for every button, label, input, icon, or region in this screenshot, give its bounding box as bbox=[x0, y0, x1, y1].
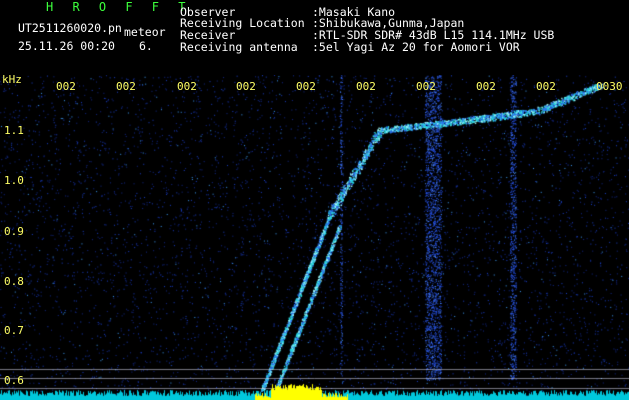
freq-label-6: 0.6 bbox=[4, 374, 24, 387]
program-title: H R O F F T bbox=[46, 0, 192, 14]
freq-label-2: 1.0 bbox=[4, 174, 24, 187]
meteor-tag: meteor bbox=[124, 25, 166, 39]
spectrogram-canvas bbox=[0, 75, 629, 400]
filename-label: UT2511260020.pn bbox=[18, 21, 122, 35]
datetime-label: 25.11.26 00:20 bbox=[18, 39, 115, 53]
freq-label-1: 1.1 bbox=[4, 124, 24, 137]
time-label-7: 002 bbox=[416, 80, 436, 93]
time-label-6: 002 bbox=[356, 80, 376, 93]
count-label: 6. bbox=[139, 39, 153, 53]
time-label-3: 002 bbox=[177, 80, 197, 93]
hroft-screen: H R O F F T UT2511260020.pn meteor 25.11… bbox=[0, 0, 629, 400]
antenna-value: :5el Yagi Az 20 for Aomori VOR bbox=[312, 40, 520, 54]
time-label-9: 002 bbox=[536, 80, 556, 93]
time-label-4: 002 bbox=[236, 80, 256, 93]
time-label-5: 002 bbox=[296, 80, 316, 93]
freq-label-5: 0.7 bbox=[4, 324, 24, 337]
antenna-label: Receiving antenna bbox=[180, 40, 298, 54]
khz-unit-label: kHz bbox=[2, 73, 22, 86]
header-panel: H R O F F T UT2511260020.pn meteor 25.11… bbox=[0, 0, 629, 75]
freq-label-4: 0.8 bbox=[4, 275, 24, 288]
time-label-8: 002 bbox=[476, 80, 496, 93]
freq-label-3: 0.9 bbox=[4, 225, 24, 238]
time-label-2: 002 bbox=[116, 80, 136, 93]
time-label-10: 0030 bbox=[596, 80, 623, 93]
time-label-1: 002 bbox=[56, 80, 76, 93]
